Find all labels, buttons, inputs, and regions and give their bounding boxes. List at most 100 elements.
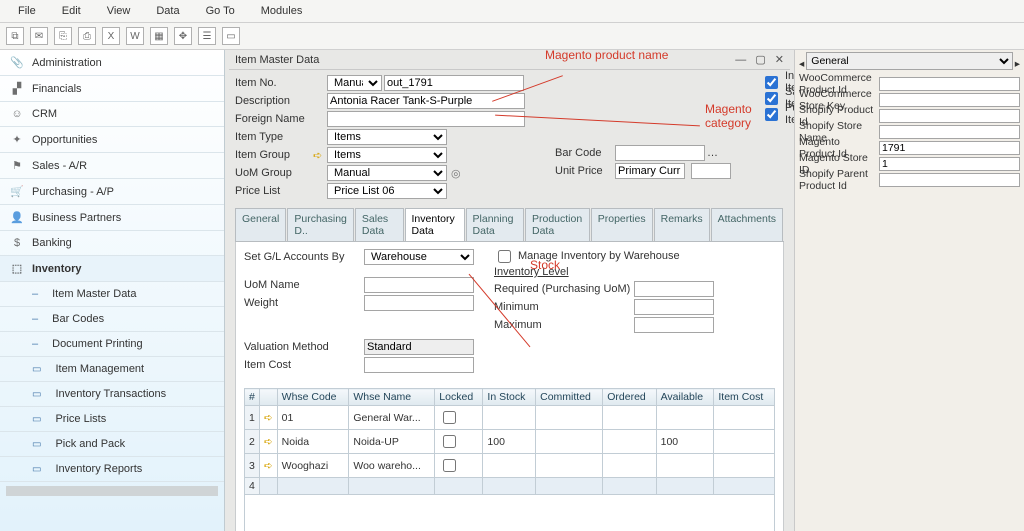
locked-checkbox[interactable] xyxy=(443,435,456,448)
col-available[interactable]: Available xyxy=(656,389,714,406)
tab-sales-data[interactable]: Sales Data xyxy=(355,208,404,241)
udf-nav-right-icon[interactable]: ▸ xyxy=(1015,58,1020,70)
cell[interactable] xyxy=(536,454,603,478)
sidebar-item-crm[interactable]: ☺CRM xyxy=(0,102,224,127)
toolbar-layout-icon[interactable]: ▭ xyxy=(222,27,240,45)
menu-data[interactable]: Data xyxy=(144,3,191,19)
sidebar-item-sales[interactable]: ⚑Sales - A/R xyxy=(0,153,224,179)
menu-view[interactable]: View xyxy=(95,3,143,19)
sidebar-item-financials[interactable]: ▞Financials xyxy=(0,76,224,102)
cell[interactable]: General War... xyxy=(349,406,435,430)
barcode-field[interactable] xyxy=(615,145,705,161)
cell[interactable] xyxy=(536,406,603,430)
woo-store-key-field[interactable] xyxy=(879,93,1020,107)
set-gl-select[interactable]: Warehouse xyxy=(364,249,474,265)
cell[interactable] xyxy=(603,430,656,454)
toolbar-grid-icon[interactable]: ▦ xyxy=(150,27,168,45)
cell[interactable]: Wooghazi xyxy=(277,454,349,478)
weight-field[interactable] xyxy=(364,295,474,311)
toolbar-excel-icon[interactable]: X xyxy=(102,27,120,45)
item-type-select[interactable]: Items xyxy=(327,129,447,145)
sidebar-sub-inventory-transactions[interactable]: Inventory Transactions xyxy=(0,382,224,407)
toolbar-mail-icon[interactable]: ✉ xyxy=(30,27,48,45)
sidebar-item-banking[interactable]: $Banking xyxy=(0,231,224,256)
cell[interactable]: 100 xyxy=(483,430,536,454)
col-ordered[interactable]: Ordered xyxy=(603,389,656,406)
cell[interactable] xyxy=(714,478,775,495)
sidebar-sub-inventory-reports[interactable]: Inventory Reports xyxy=(0,457,224,482)
col-arrow[interactable] xyxy=(259,389,277,406)
locked-checkbox[interactable] xyxy=(443,411,456,424)
locked-checkbox[interactable] xyxy=(443,459,456,472)
tab-planning-data[interactable]: Planning Data xyxy=(466,208,524,241)
grid-row[interactable]: 1 ➪ 01 General War... xyxy=(245,406,775,430)
cell[interactable] xyxy=(656,406,714,430)
cell[interactable] xyxy=(656,478,714,495)
sidebar-item-opportunities[interactable]: ✦Opportunities xyxy=(0,127,224,153)
uom-browse-icon[interactable]: ◎ xyxy=(451,167,461,180)
sidebar-item-business-partners[interactable]: 👤Business Partners xyxy=(0,205,224,231)
sidebar-sub-price-lists[interactable]: Price Lists xyxy=(0,407,224,432)
cell[interactable]: 01 xyxy=(277,406,349,430)
inventory-item-checkbox[interactable] xyxy=(765,76,778,89)
magento-product-id-field[interactable] xyxy=(879,141,1020,155)
toolbar-paste-icon[interactable]: ⎙ xyxy=(78,27,96,45)
magento-store-id-field[interactable] xyxy=(879,157,1020,171)
cell[interactable] xyxy=(603,478,656,495)
cell[interactable] xyxy=(656,454,714,478)
tab-remarks[interactable]: Remarks xyxy=(654,208,710,241)
cell[interactable] xyxy=(277,478,349,495)
menu-goto[interactable]: Go To xyxy=(194,3,247,19)
uom-name-field[interactable] xyxy=(364,277,474,293)
woo-product-id-field[interactable] xyxy=(879,77,1020,91)
cell[interactable] xyxy=(349,478,435,495)
cell[interactable]: Woo wareho... xyxy=(349,454,435,478)
udf-category-select[interactable]: General xyxy=(806,52,1012,70)
col-item-cost[interactable]: Item Cost xyxy=(714,389,775,406)
sidebar-sub-item-master-data[interactable]: Item Master Data xyxy=(0,282,224,307)
cell[interactable] xyxy=(536,478,603,495)
cell[interactable]: Noida-UP xyxy=(349,430,435,454)
link-arrow-icon[interactable]: ➪ xyxy=(259,430,277,454)
cell[interactable] xyxy=(483,406,536,430)
sidebar-item-administration[interactable]: 📎Administration xyxy=(0,50,224,76)
sidebar-sub-document-printing[interactable]: Document Printing xyxy=(0,332,224,357)
tab-general[interactable]: General xyxy=(235,208,286,241)
unitprice-field[interactable] xyxy=(691,163,731,179)
shopify-parent-product-id-field[interactable] xyxy=(879,173,1020,187)
description-field[interactable] xyxy=(327,93,525,109)
link-arrow-icon[interactable]: ➪ xyxy=(259,406,277,430)
col-whse-code[interactable]: Whse Code xyxy=(277,389,349,406)
sidebar-sub-pick-and-pack[interactable]: Pick and Pack xyxy=(0,432,224,457)
cell[interactable] xyxy=(714,454,775,478)
sidebar-sub-item-management[interactable]: Item Management xyxy=(0,357,224,382)
minimum-field[interactable] xyxy=(634,299,714,315)
cell[interactable]: 100 xyxy=(656,430,714,454)
col-instock[interactable]: In Stock xyxy=(483,389,536,406)
menu-edit[interactable]: Edit xyxy=(50,3,93,19)
tab-purchasing-data[interactable]: Purchasing D.. xyxy=(287,208,354,241)
foreign-name-field[interactable] xyxy=(327,111,525,127)
cell[interactable] xyxy=(714,430,775,454)
restore-icon[interactable]: ▢ xyxy=(755,54,765,66)
required-field[interactable] xyxy=(634,281,714,297)
close-icon[interactable]: ✕ xyxy=(775,54,784,66)
barcode-browse-icon[interactable]: … xyxy=(707,147,718,159)
uom-group-select[interactable]: Manual xyxy=(327,165,447,181)
toolbar-copy-icon[interactable]: ⎘ xyxy=(54,27,72,45)
tab-attachments[interactable]: Attachments xyxy=(711,208,783,241)
menu-file[interactable]: File xyxy=(6,3,48,19)
shopify-product-id-field[interactable] xyxy=(879,109,1020,123)
minimize-icon[interactable]: — xyxy=(735,54,746,66)
sidebar-sub-barcodes[interactable]: Bar Codes xyxy=(0,307,224,332)
cell[interactable] xyxy=(603,454,656,478)
udf-nav-left-icon[interactable]: ◂ xyxy=(799,58,804,70)
cell[interactable] xyxy=(259,478,277,495)
cell[interactable] xyxy=(714,406,775,430)
cell[interactable] xyxy=(483,478,536,495)
col-locked[interactable]: Locked xyxy=(435,389,483,406)
tab-properties[interactable]: Properties xyxy=(591,208,653,241)
col-committed[interactable]: Committed xyxy=(536,389,603,406)
link-arrow-icon[interactable]: ➪ xyxy=(259,454,277,478)
maximum-field[interactable] xyxy=(634,317,714,333)
